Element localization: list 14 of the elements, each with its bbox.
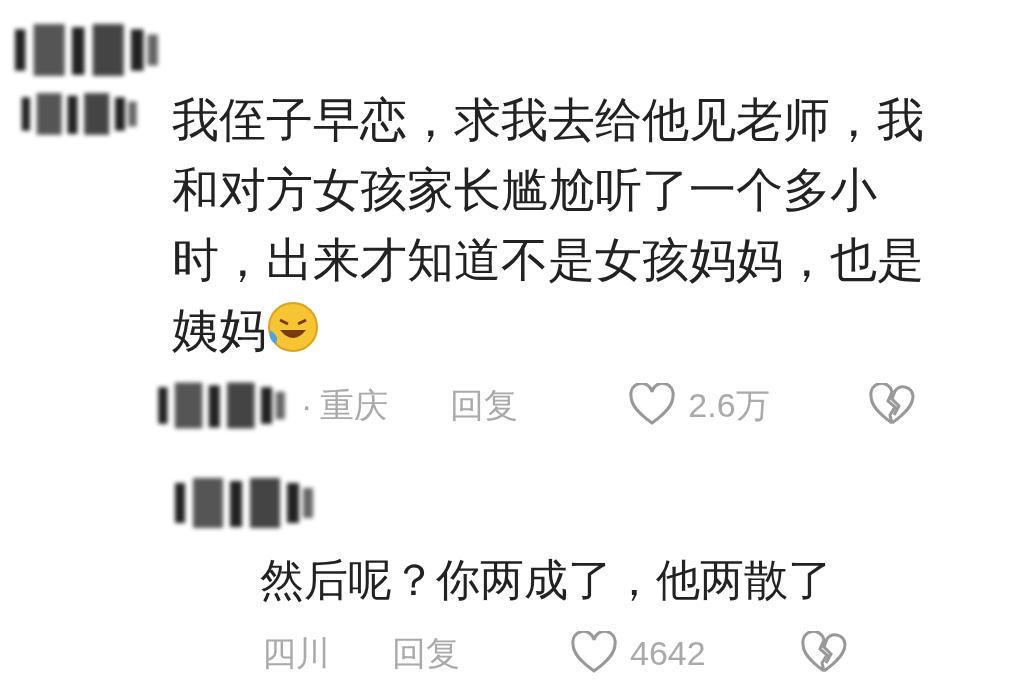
heart-icon[interactable] (628, 383, 677, 427)
comment-text: 然后呢？你两成了，他两散了 (260, 554, 833, 606)
location-text: 重庆 (320, 384, 390, 426)
reply-link[interactable]: 回复 (450, 379, 629, 431)
heart-icon[interactable] (570, 631, 618, 675)
reply-link[interactable]: 回复 (392, 627, 570, 679)
broken-heart-icon[interactable] (868, 383, 917, 427)
like-count: 4642 (630, 632, 707, 674)
laughing-emoji-icon (266, 300, 320, 354)
location-text: 四川 (262, 632, 331, 674)
comment-text: 我侄子早恋，求我去给他见老师，我和对方女孩家长尴尬听了一个多小时，出来才知道不是女孩妈妈，也是姨妈 (172, 92, 925, 358)
broken-heart-icon[interactable] (800, 631, 848, 675)
like-count: 2.6万 (688, 384, 771, 426)
separator-dot: · (301, 384, 313, 426)
